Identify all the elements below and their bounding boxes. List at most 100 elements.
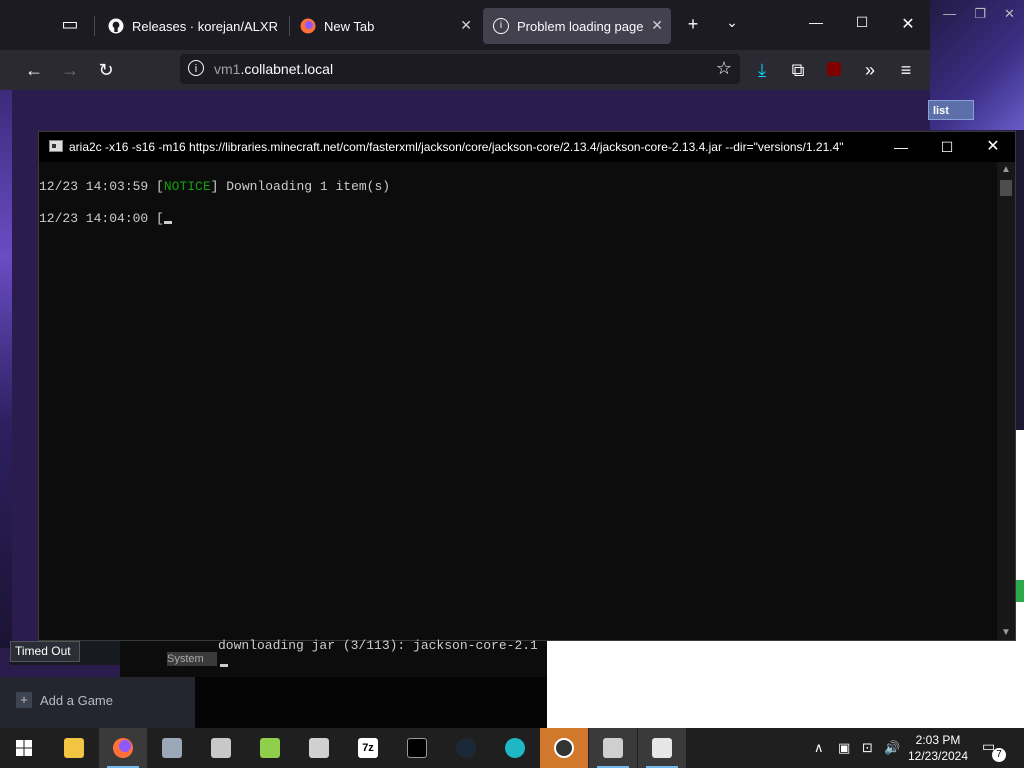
- text-cursor: [163, 221, 172, 224]
- close-icon[interactable]: ✕: [973, 136, 1013, 158]
- minimize-icon[interactable]: —: [804, 14, 828, 30]
- tab-label: Problem loading page: [517, 18, 644, 34]
- forward-arrow-icon[interactable]: →: [58, 58, 82, 82]
- tab-close-icon[interactable]: ✕: [460, 17, 472, 34]
- console-line: 12/23 14:03:59 [NOTICE] Downloading 1 it…: [39, 179, 390, 194]
- background-window-controls: — ❐ ✕: [934, 6, 1024, 26]
- network-icon[interactable]: ⊡: [862, 728, 873, 768]
- scroll-thumb[interactable]: [1000, 180, 1012, 196]
- taskbar-file-explorer[interactable]: [50, 728, 98, 768]
- console-line: 12/23 14:04:00 [: [39, 211, 172, 226]
- maximize-icon[interactable]: ☐: [850, 14, 874, 31]
- image-app-icon: [162, 738, 182, 758]
- downloads-icon[interactable]: ⤓: [750, 58, 774, 82]
- new-tab-plus-icon[interactable]: +: [681, 14, 705, 35]
- notepad-icon: [260, 738, 280, 758]
- taskbar-app-2[interactable]: [197, 728, 245, 768]
- windows-taskbar: 7z ∧ ▣ ⊡ 🔊 2:03 PM 12/23/2024 ▭ 7: [0, 728, 1024, 768]
- background-list-button[interactable]: list: [928, 100, 974, 120]
- timed-out-tooltip: Timed Out: [10, 641, 80, 662]
- notice-tag: NOTICE: [163, 179, 211, 194]
- taskbar-firefox[interactable]: [99, 728, 147, 768]
- taskbar-app-5[interactable]: [589, 728, 637, 768]
- back-arrow-icon[interactable]: ←: [22, 58, 46, 82]
- cube-app-icon: [211, 738, 231, 758]
- desktop-dark-strip: [1016, 130, 1024, 430]
- extensions-puzzle-icon[interactable]: ⧉: [786, 58, 810, 82]
- desktop-green-strip: [1016, 580, 1024, 602]
- overflow-chevrons-icon[interactable]: »: [858, 58, 882, 82]
- add-a-game-button[interactable]: + Add a Game: [16, 692, 113, 708]
- console-app-icon: [49, 140, 63, 152]
- info-icon: i: [493, 18, 509, 34]
- 7zip-icon: 7z: [358, 738, 378, 758]
- bookmark-star-icon[interactable]: ☆: [716, 58, 732, 79]
- taskbar-console[interactable]: [638, 728, 686, 768]
- minimize-icon[interactable]: —: [943, 6, 956, 26]
- url-domain: .collabnet.local: [240, 61, 334, 77]
- document-app-icon: [603, 738, 623, 758]
- aria2c-console-window[interactable]: aria2c -x16 -s16 -m16 https://libraries.…: [38, 131, 1016, 641]
- clock-time: 2:03 PM: [915, 733, 961, 747]
- taskbar-app-1[interactable]: [148, 728, 196, 768]
- firefox-view-icon[interactable]: ▭: [58, 14, 82, 35]
- notification-count-badge: 7: [992, 748, 1006, 762]
- taskbar-clock[interactable]: 2:03 PM 12/23/2024: [900, 732, 976, 764]
- taskbar-app-3[interactable]: [295, 728, 343, 768]
- firefox-icon: [300, 18, 316, 34]
- steam-icon: [456, 738, 476, 758]
- add-game-label: Add a Game: [40, 692, 113, 708]
- restore-icon[interactable]: ❐: [974, 6, 986, 26]
- github-icon: [108, 18, 124, 34]
- background-console-text: downloading jar (3/113): jackson-core-2.…: [218, 638, 538, 653]
- scroll-down-arrow-icon[interactable]: ▼: [1001, 627, 1011, 638]
- console-title: aria2c -x16 -s16 -m16 https://libraries.…: [69, 140, 844, 154]
- tab-problem-loading[interactable]: i Problem loading page ✕: [483, 8, 671, 44]
- taskbar-vr-app[interactable]: [540, 728, 588, 768]
- taskbar-7zip[interactable]: 7z: [344, 728, 392, 768]
- ublock-origin-icon[interactable]: [822, 58, 846, 82]
- windows-logo-icon: [16, 740, 32, 756]
- start-button[interactable]: [0, 728, 48, 768]
- url-subdomain: vm1: [214, 61, 241, 77]
- address-bar[interactable]: i vm1.collabnet.local ☆: [180, 54, 740, 84]
- close-icon[interactable]: ✕: [896, 14, 920, 34]
- terminal-icon: [407, 738, 427, 758]
- network-settings-icon[interactable]: ▣: [838, 728, 850, 768]
- taskbar-terminal[interactable]: [393, 728, 441, 768]
- minimize-icon[interactable]: —: [881, 136, 921, 158]
- taskbar-app-4[interactable]: [491, 728, 539, 768]
- desktop-wallpaper-left: [0, 88, 12, 648]
- background-console-label: System: [167, 652, 217, 666]
- tab-close-icon[interactable]: ✕: [651, 17, 663, 34]
- vr-icon: [554, 738, 574, 758]
- console-scrollbar[interactable]: ▲ ▼: [997, 162, 1015, 640]
- show-hidden-icons-chevron-icon[interactable]: ∧: [814, 728, 824, 768]
- folder-icon: [64, 738, 84, 758]
- taskbar-notepadpp[interactable]: [246, 728, 294, 768]
- nav-bar: ← → ↻ i vm1.collabnet.local ☆ ⤓ ⧉ » ≡: [0, 50, 930, 90]
- hamburger-menu-icon[interactable]: ≡: [894, 58, 918, 82]
- tab-strip: ▭ Releases · korejan/ALXR- New Tab ✕ i P…: [0, 0, 930, 50]
- tab-separator: [94, 16, 95, 36]
- tab-releases[interactable]: Releases · korejan/ALXR-: [98, 8, 288, 44]
- close-icon[interactable]: ✕: [1004, 6, 1015, 26]
- plus-icon: +: [16, 692, 32, 708]
- clock-date: 12/23/2024: [907, 749, 969, 763]
- url-text[interactable]: vm1.collabnet.local: [214, 61, 333, 77]
- background-black-area: [195, 677, 547, 730]
- console-title-bar[interactable]: aria2c -x16 -s16 -m16 https://libraries.…: [39, 132, 1015, 162]
- tab-label: Releases · korejan/ALXR-: [132, 18, 278, 34]
- maximize-icon[interactable]: ☐: [927, 136, 967, 158]
- volume-icon[interactable]: 🔊: [884, 728, 900, 768]
- line-timestamp: 12/23 14:04:00 [: [39, 211, 164, 226]
- reload-icon[interactable]: ↻: [94, 58, 118, 82]
- scroll-up-arrow-icon[interactable]: ▲: [1001, 164, 1011, 175]
- tab-new-tab[interactable]: New Tab ✕: [290, 8, 480, 44]
- background-white-window: [547, 641, 1024, 730]
- console-icon: [652, 738, 672, 758]
- site-info-icon[interactable]: i: [188, 60, 204, 76]
- console-output[interactable]: 12/23 14:03:59 [NOTICE] Downloading 1 it…: [39, 162, 997, 640]
- taskbar-steam[interactable]: [442, 728, 490, 768]
- list-all-tabs-chevron-icon[interactable]: ⌄: [720, 14, 744, 31]
